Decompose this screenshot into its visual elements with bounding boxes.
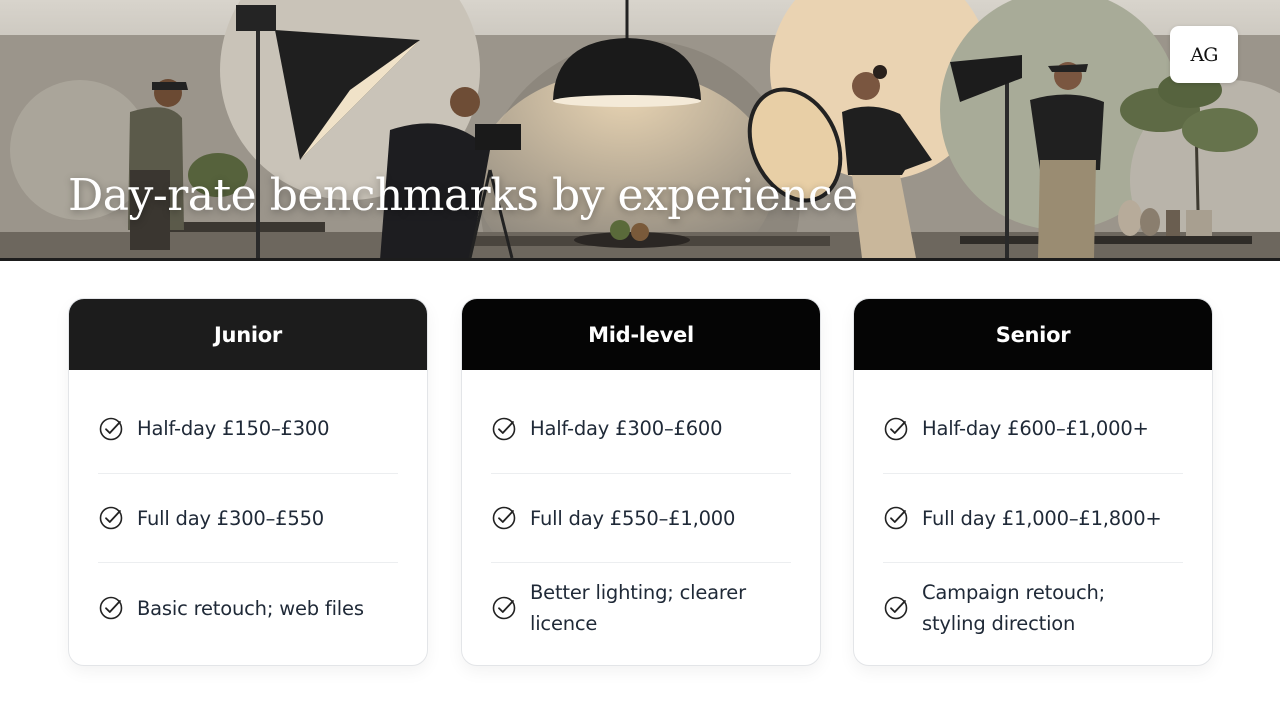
check-circle-icon [884, 506, 908, 530]
check-circle-icon [492, 417, 516, 440]
tier-title: Junior [69, 299, 427, 370]
item-text: Full day £550–£1,000 [530, 506, 736, 530]
item-text: Full day £1,000–£1,800+ [922, 506, 1162, 530]
item-text: Half-day £300–£600 [530, 417, 723, 440]
check-circle-icon [492, 506, 516, 530]
item-text: Basic retouch; web files [137, 596, 364, 620]
list-item: Full day £300–£550 [98, 474, 398, 563]
check-circle-icon [884, 417, 908, 440]
hero-divider [0, 258, 1280, 261]
logo-badge: AG [1170, 26, 1238, 83]
item-text: Half-day £150–£300 [137, 417, 330, 440]
tier-card-mid-level: Mid-level Half-day £300–£600 Full day £5… [461, 298, 821, 666]
photo-studio-illustration [0, 0, 1280, 261]
check-circle-icon [99, 417, 123, 440]
tier-title: Senior [854, 299, 1212, 370]
check-circle-icon [99, 596, 123, 620]
list-item: Half-day £150–£300 [98, 370, 398, 474]
tier-card-junior: Junior Half-day £150–£300 Full day £300–… [68, 298, 428, 666]
list-item: Half-day £300–£600 [491, 370, 791, 474]
item-text: Full day £300–£550 [137, 506, 325, 530]
page-title: Day-rate benchmarks by experience [68, 170, 858, 221]
tier-title: Mid-level [462, 299, 820, 370]
check-circle-icon [884, 596, 908, 620]
list-item: Full day £550–£1,000 [491, 474, 791, 563]
tier-card-senior: Senior Half-day £600–£1,000+ Full day £1… [853, 298, 1213, 666]
hero-banner: Day-rate benchmarks by experience [0, 0, 1280, 261]
list-item: Half-day £600–£1,000+ [883, 370, 1183, 474]
check-circle-icon [99, 506, 123, 530]
list-item: Full day £1,000–£1,800+ [883, 474, 1183, 563]
item-text: Campaign retouch; styling direction [922, 581, 1106, 635]
list-item: Better lighting; clearer licence [491, 563, 791, 653]
list-item: Campaign retouch; styling direction [883, 563, 1183, 653]
item-text: Better lighting; clearer licence [530, 581, 746, 635]
list-item: Basic retouch; web files [98, 563, 398, 653]
check-circle-icon [492, 596, 516, 620]
item-text: Half-day £600–£1,000+ [922, 417, 1149, 440]
